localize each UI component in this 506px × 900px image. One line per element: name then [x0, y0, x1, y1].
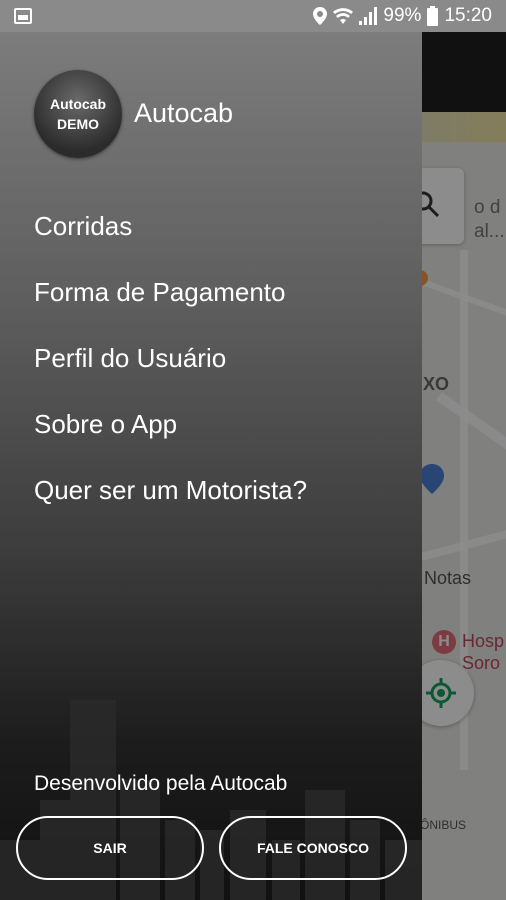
status-icons: 99% 15:20 — [313, 0, 492, 32]
menu-item-perfil-do-usuario[interactable]: Perfil do Usuário — [34, 336, 307, 402]
menu-item-sobre-o-app[interactable]: Sobre o App — [34, 402, 307, 468]
battery-icon — [427, 6, 439, 26]
avatar-line1: Autocab — [50, 96, 106, 112]
battery-percent: 99% — [383, 5, 422, 26]
wifi-icon — [333, 8, 354, 24]
location-icon — [313, 7, 328, 25]
image-icon — [14, 8, 32, 24]
signal-icon — [359, 7, 378, 25]
avatar-line2: DEMO — [57, 116, 99, 132]
navigation-drawer: Autocab DEMO Autocab Corridas Forma de P… — [0, 32, 422, 900]
logout-button-label: SAIR — [93, 840, 127, 856]
logout-button[interactable]: SAIR — [16, 816, 204, 880]
contact-button[interactable]: FALE CONOSCO — [219, 816, 407, 880]
developer-credit: Desenvolvido pela Autocab — [34, 772, 288, 795]
drawer-menu: Corridas Forma de Pagamento Perfil do Us… — [34, 204, 307, 534]
clock: 15:20 — [444, 5, 492, 26]
app-logo-avatar: Autocab DEMO — [34, 70, 122, 158]
contact-button-label: FALE CONOSCO — [256, 840, 369, 856]
menu-item-quer-ser-motorista[interactable]: Quer ser um Motorista? — [34, 468, 307, 534]
menu-item-forma-de-pagamento[interactable]: Forma de Pagamento — [34, 270, 307, 336]
menu-item-corridas[interactable]: Corridas — [34, 204, 307, 270]
drawer-app-name: Autocab — [134, 98, 234, 128]
status-bar: 99% 15:20 — [0, 0, 506, 32]
